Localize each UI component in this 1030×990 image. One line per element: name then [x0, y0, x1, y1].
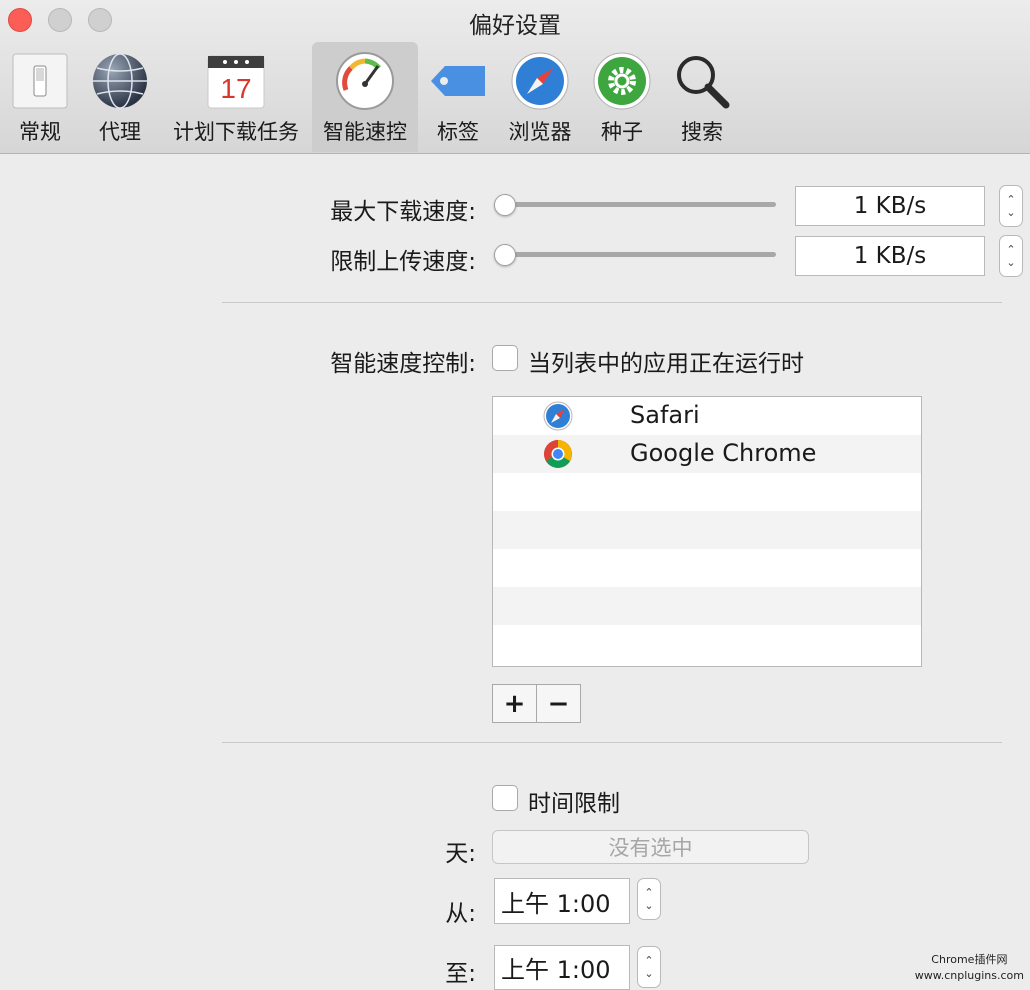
stepper-down-icon[interactable]: ⌄ — [1006, 206, 1015, 219]
stepper-up-icon[interactable]: ⌃ — [644, 886, 653, 899]
gear-icon — [593, 52, 651, 110]
chrome-icon — [544, 440, 572, 468]
calendar-icon: 17 — [207, 55, 265, 109]
tab-browser[interactable]: 浏览器 — [500, 42, 580, 152]
tab-scheduled-downloads[interactable]: 17 计划下载任务 — [166, 42, 306, 152]
speedometer-icon — [336, 52, 394, 110]
tab-torrent[interactable]: 种子 — [588, 42, 656, 152]
time-limit-checkbox-label[interactable]: 时间限制 — [528, 784, 620, 818]
from-time-stepper[interactable]: ⌃ ⌄ — [637, 878, 661, 920]
watermark-line2: www.cnplugins.com — [914, 969, 1024, 982]
upload-limit-label: 限制上传速度: — [330, 249, 476, 275]
section-divider — [222, 302, 1002, 303]
section-divider — [222, 742, 1002, 743]
window-title: 偏好设置 — [469, 13, 561, 39]
smart-control-label: 智能速度控制: — [330, 351, 476, 377]
list-item[interactable]: Google Chrome — [493, 435, 921, 473]
max-download-label: 最大下载速度: — [330, 199, 476, 225]
max-download-slider-knob[interactable] — [494, 194, 516, 216]
smart-control-checkbox-label[interactable]: 当列表中的应用正在运行时 — [528, 344, 804, 378]
tab-proxy[interactable]: 代理 — [86, 42, 154, 152]
app-name: Google Chrome — [630, 439, 817, 467]
stepper-down-icon[interactable]: ⌄ — [644, 967, 653, 980]
to-time-field[interactable]: 上午 1:00 — [494, 945, 630, 990]
upload-limit-slider-knob[interactable] — [494, 244, 516, 266]
day-label: 天: — [445, 841, 476, 867]
upload-limit-slider[interactable] — [494, 252, 776, 257]
stepper-up-icon[interactable]: ⌃ — [1006, 243, 1015, 256]
stepper-up-icon[interactable]: ⌃ — [644, 954, 653, 967]
watermark: Chrome插件网 www.cnplugins.com — [915, 952, 1024, 984]
tab-tags[interactable]: 标签 — [424, 42, 492, 152]
from-label: 从: — [445, 901, 476, 927]
smart-control-checkbox[interactable] — [492, 345, 518, 371]
tab-general[interactable]: 常规 — [6, 42, 74, 152]
empty-row — [493, 625, 921, 663]
max-download-slider[interactable] — [494, 202, 776, 207]
from-time-field[interactable]: 上午 1:00 — [494, 878, 630, 924]
app-name: Safari — [630, 401, 700, 429]
stepper-down-icon[interactable]: ⌄ — [644, 899, 653, 912]
tag-icon — [431, 66, 485, 96]
remove-app-button[interactable]: − — [536, 684, 581, 723]
stepper-up-icon[interactable]: ⌃ — [1006, 193, 1015, 206]
tab-smart-speed[interactable]: 智能速控 — [312, 42, 418, 152]
time-limit-checkbox[interactable] — [492, 785, 518, 811]
compass-icon — [511, 52, 569, 110]
app-list[interactable]: Safari Google Chrome — [492, 396, 922, 667]
empty-row — [493, 587, 921, 625]
empty-row — [493, 473, 921, 511]
max-download-field[interactable]: 1 KB/s — [795, 186, 985, 226]
magnifier-icon — [677, 56, 730, 109]
toolbar: 偏好设置 常规 代理 17 计划下载任务 智能速控 标签 浏览器 种子 搜索 — [0, 0, 1030, 154]
calendar-day: 17 — [220, 73, 251, 104]
max-download-stepper[interactable]: ⌃ ⌄ — [999, 185, 1023, 227]
upload-limit-stepper[interactable]: ⌃ ⌄ — [999, 235, 1023, 277]
stepper-down-icon[interactable]: ⌄ — [1006, 256, 1015, 269]
safari-icon — [543, 401, 573, 431]
watermark-line1: Chrome插件网 — [931, 953, 1008, 966]
empty-row — [493, 511, 921, 549]
to-label: 至: — [445, 961, 476, 987]
empty-row — [493, 549, 921, 587]
to-time-stepper[interactable]: ⌃ ⌄ — [637, 946, 661, 988]
tab-search[interactable]: 搜索 — [668, 42, 736, 152]
upload-limit-field[interactable]: 1 KB/s — [795, 236, 985, 276]
switch-icon — [12, 53, 68, 109]
add-app-button[interactable]: + — [492, 684, 537, 723]
day-popup[interactable]: 没有选中 — [492, 830, 809, 864]
list-item[interactable]: Safari — [493, 397, 921, 435]
globe-icon — [93, 53, 147, 109]
